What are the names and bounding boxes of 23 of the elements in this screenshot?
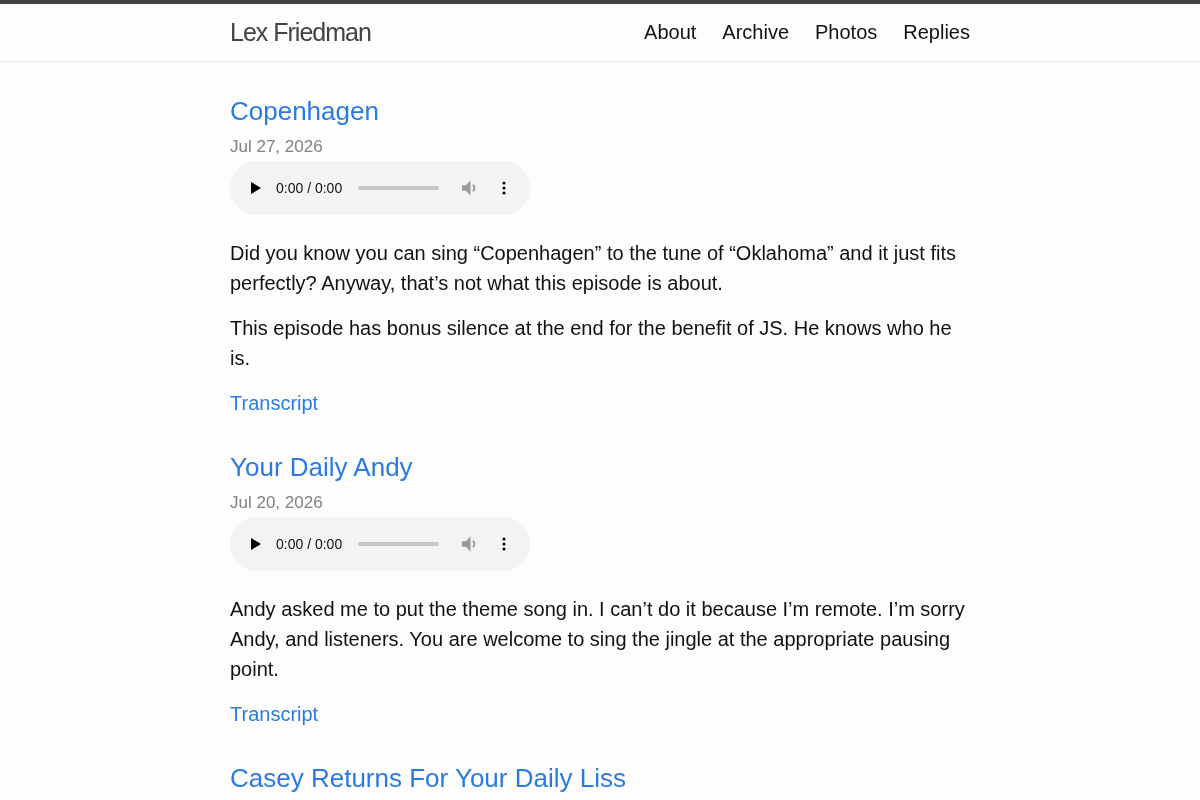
site-title-link[interactable]: Lex Friedman (230, 18, 371, 47)
post-date: Jul 20, 2026 (230, 492, 323, 514)
time-display: 0:00 / 0:00 (276, 180, 343, 196)
play-button[interactable] (251, 538, 261, 550)
post-title-link[interactable]: Casey Returns For Your Daily Liss (230, 760, 626, 796)
nav-link[interactable]: Replies (903, 21, 970, 44)
nav-link[interactable]: About (644, 21, 697, 44)
post-date: Jul 27, 2026 (230, 136, 323, 158)
progress-track[interactable] (358, 186, 440, 190)
progress-track[interactable] (358, 542, 440, 546)
transcript-link[interactable]: Transcript (230, 388, 319, 418)
play-button[interactable] (251, 182, 261, 194)
more-options-icon[interactable] (502, 537, 507, 551)
nav-link[interactable]: Archive (722, 21, 790, 44)
post-paragraph: This episode has bonus silence at the end for the benefit of JS. He knows who he is. (230, 316, 953, 371)
time-display: 0:00 / 0:00 (276, 536, 343, 552)
nav-link[interactable]: Photos (815, 21, 878, 44)
transcript-link[interactable]: Transcript (230, 699, 319, 729)
post-title-link[interactable]: Copenhagen (230, 93, 379, 129)
post-paragraph: Andy asked me to put the theme song in. I can’t do it because I’m remote. I’m sorry Andy, and listeners. You are welcome to sing the jingle at the appropriate pausing point. (230, 597, 966, 682)
post-title-link[interactable]: Your Daily Andy (230, 449, 413, 485)
post-paragraph: Did you know you can sing “Copenhagen” to the tune of “Oklahoma” and it just fits perfectly? Anyway, that’s not what this episode is about. (230, 241, 957, 296)
more-options-icon[interactable] (502, 181, 507, 195)
